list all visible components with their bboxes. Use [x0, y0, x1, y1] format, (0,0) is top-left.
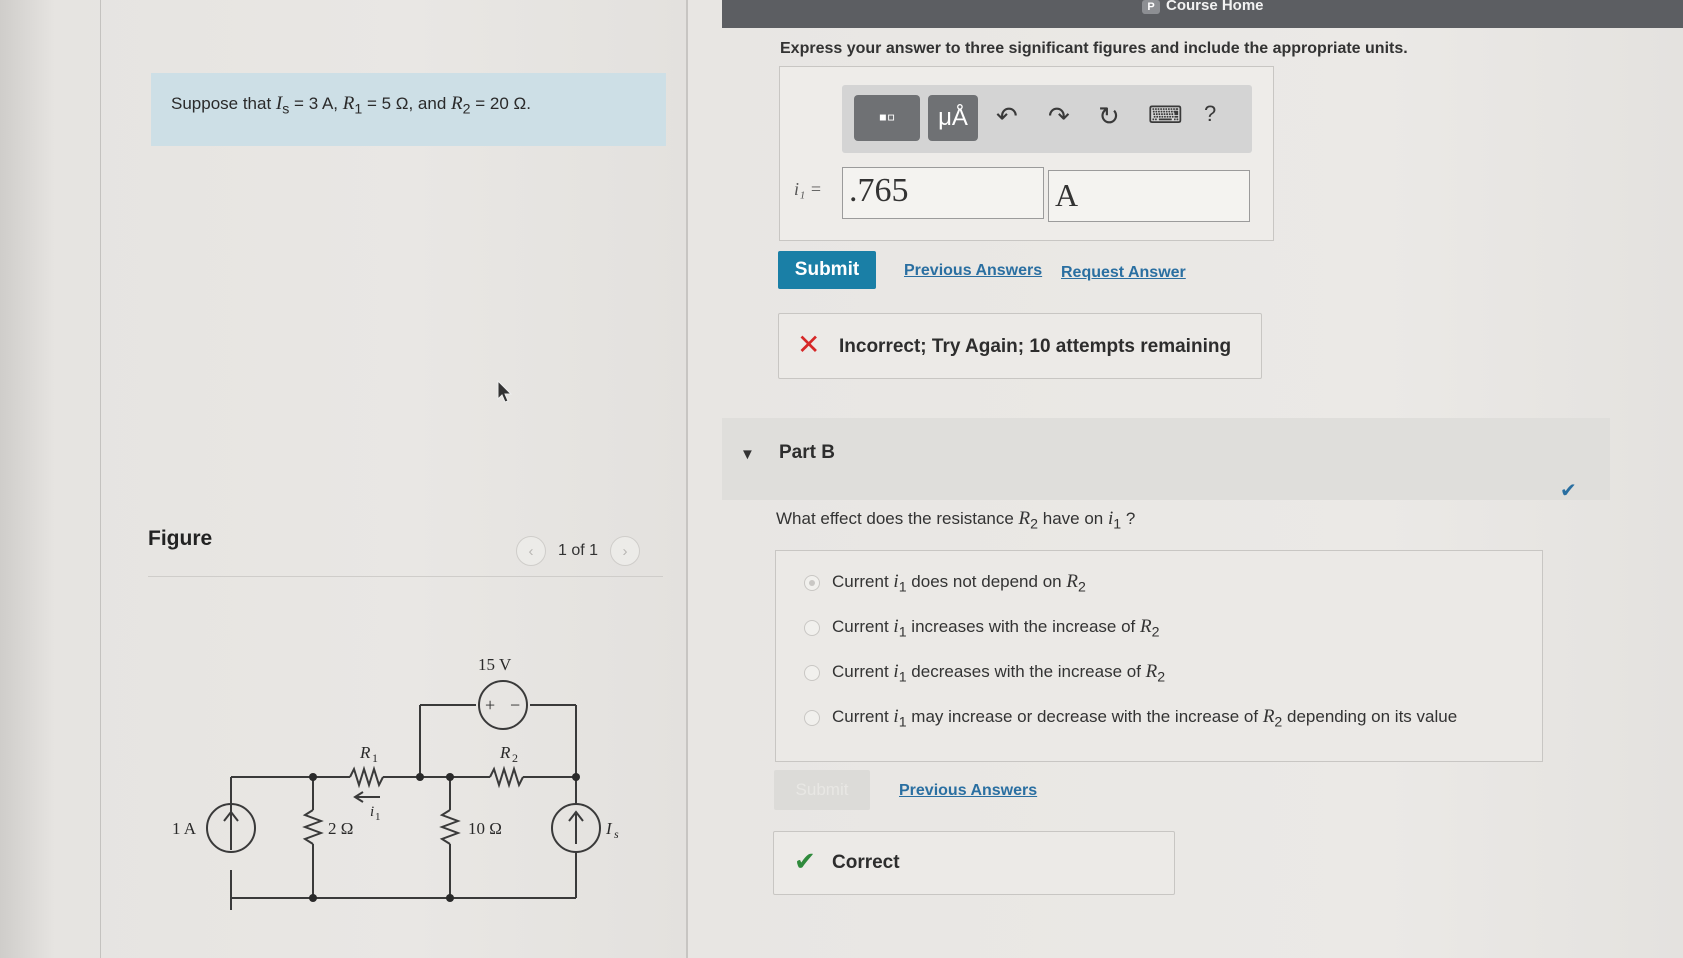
previous-answers-link[interactable]: Previous Answers — [904, 262, 1042, 280]
option-3-text: Current i1 decreases with the increase o… — [832, 661, 1166, 686]
mouse-cursor-icon — [497, 380, 513, 403]
option-4-radio[interactable] — [804, 710, 820, 727]
label-i1: i — [370, 804, 374, 820]
figure-page-count: 1 of 1 — [558, 542, 599, 559]
label-r1: R — [359, 743, 371, 762]
label-r1-sub: 1 — [372, 751, 378, 765]
part-b-complete-check-icon: ✔ — [1560, 480, 1577, 502]
option-1-radio[interactable] — [804, 575, 820, 592]
part-b-title: Part B — [779, 442, 835, 463]
next-figure-button[interactable]: › — [610, 536, 641, 566]
option-1[interactable]: Current i1 does not depend on R2 — [804, 571, 1086, 595]
label-is-sub: s — [614, 827, 619, 841]
r2-resistor — [489, 765, 524, 789]
correct-feedback: ✔ Correct — [773, 831, 1175, 895]
redo-icon[interactable]: ↷ — [1048, 101, 1070, 132]
label-1a: 1 A — [172, 819, 197, 838]
circuit-diagram: 15 V + − R 1 R 2 i 1 1 A 2 Ω 10 Ω I s — [172, 655, 619, 910]
answer-instructions: Express your answer to three significant… — [780, 40, 1408, 57]
answer-value-input[interactable]: .765 — [842, 167, 1044, 219]
units-icon: μÅ — [938, 104, 968, 131]
option-2[interactable]: Current i1 increases with the increase o… — [804, 616, 1159, 640]
math-toolbar: ▪▫ μÅ ↶ ↷ ↻ ⌨ ? — [842, 85, 1252, 153]
part-b-question: What effect does the resistance R2 have … — [776, 508, 1136, 533]
reset-icon[interactable]: ↻ — [1098, 101, 1120, 132]
option-3[interactable]: Current i1 decreases with the increase o… — [804, 661, 1165, 685]
resistor-2-ohm — [302, 809, 324, 845]
correct-message: Correct — [832, 852, 900, 873]
templates-icon: ▪▫ — [878, 104, 896, 131]
keyboard-icon[interactable]: ⌨ — [1148, 101, 1183, 130]
undo-icon[interactable]: ↶ — [996, 101, 1018, 132]
label-is: I — [605, 819, 613, 838]
option-1-text: Current i1 does not depend on R2 — [832, 571, 1086, 596]
label-15v: 15 V — [478, 655, 512, 674]
label-minus: − — [510, 695, 520, 715]
part-b-header[interactable]: ▼ Part B — [722, 418, 1610, 500]
figure-pager: ‹ 1 of 1 › — [516, 536, 641, 566]
label-r2: R — [499, 743, 511, 762]
correct-check-icon: ✔ — [794, 846, 816, 876]
resistor-10-ohm — [439, 809, 461, 845]
help-icon[interactable]: ? — [1204, 101, 1216, 127]
incorrect-feedback: ✕ Incorrect; Try Again; 10 attempts rema… — [778, 313, 1262, 379]
part-b-previous-answers-link[interactable]: Previous Answers — [899, 782, 1037, 800]
given-values: Suppose that Is = 3 A, R1 = 5 Ω, and R2 … — [151, 73, 666, 146]
answer-variable-label: i₁ = — [794, 179, 822, 199]
label-2-ohm: 2 Ω — [328, 819, 353, 838]
course-home-link[interactable]: P Course Home — [1142, 0, 1264, 14]
incorrect-message: Incorrect; Try Again; 10 attempts remain… — [839, 336, 1232, 357]
label-r2-sub: 2 — [512, 751, 518, 765]
option-4[interactable]: Current i1 may increase or decrease with… — [804, 706, 1457, 730]
r1-resistor — [349, 765, 384, 789]
option-4-text: Current i1 may increase or decrease with… — [832, 706, 1458, 731]
top-bar: P Course Home — [722, 0, 1683, 28]
request-answer-link[interactable]: Request Answer — [1061, 264, 1186, 282]
option-2-text: Current i1 increases with the increase o… — [832, 616, 1160, 641]
answer-panel: ▪▫ μÅ ↶ ↷ ↻ ⌨ ? i₁ = .765 A — [779, 66, 1274, 241]
collapse-triangle-icon[interactable]: ▼ — [740, 446, 755, 463]
answer-options: Current i1 does not depend on R2 Current… — [775, 550, 1543, 762]
incorrect-x-icon: ✕ — [797, 329, 821, 360]
label-plus: + — [485, 695, 495, 715]
figure-heading: Figure — [148, 527, 213, 550]
submit-button[interactable]: Submit — [778, 251, 876, 289]
part-b-submit-button[interactable]: Submit — [774, 770, 870, 810]
figure-divider — [148, 576, 663, 577]
course-home-label: Course Home — [1166, 0, 1264, 14]
label-i1-sub: 1 — [375, 811, 381, 823]
option-2-radio[interactable] — [804, 620, 820, 637]
pearson-logo-icon: P — [1142, 0, 1160, 14]
units-button[interactable]: μÅ — [928, 95, 978, 141]
option-3-radio[interactable] — [804, 665, 820, 682]
prev-figure-button[interactable]: ‹ — [516, 536, 546, 566]
label-10-ohm: 10 Ω — [468, 819, 502, 838]
answer-unit-input[interactable]: A — [1048, 170, 1250, 222]
templates-button[interactable]: ▪▫ — [854, 95, 920, 141]
